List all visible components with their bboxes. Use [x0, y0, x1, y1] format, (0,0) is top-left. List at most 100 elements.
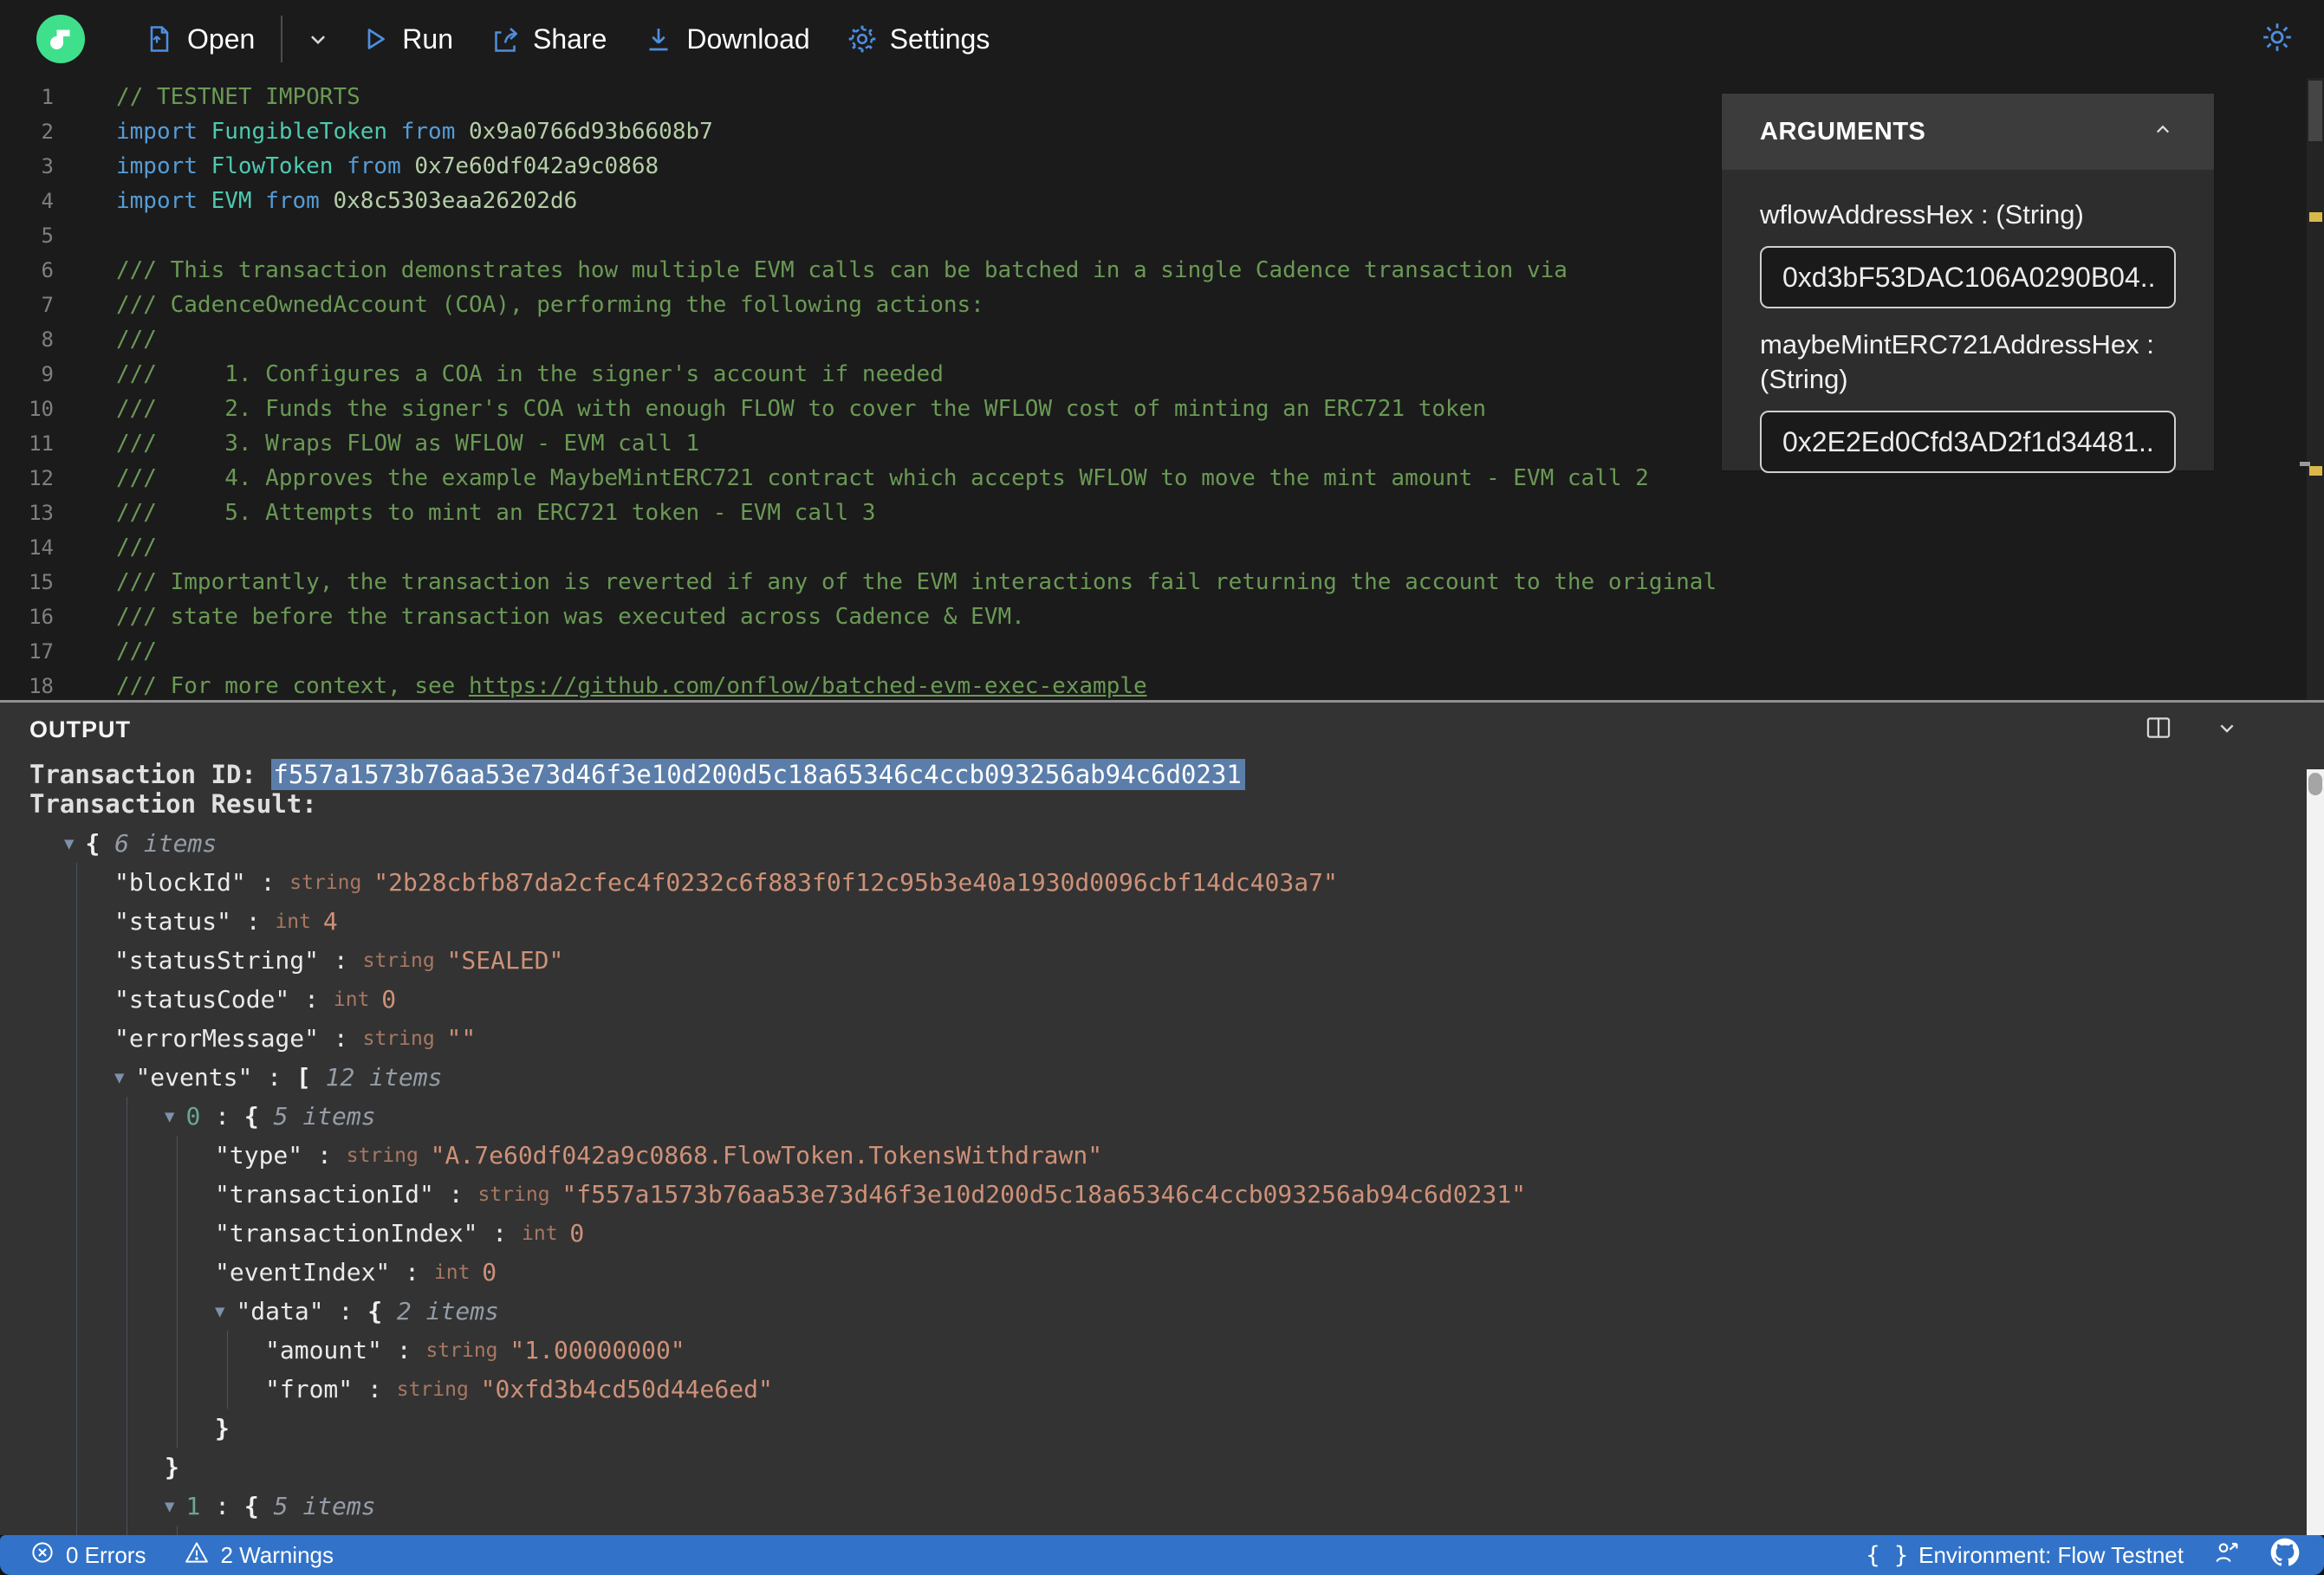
code-segment: from	[347, 153, 415, 179]
json-typ: string	[396, 1377, 481, 1401]
github-icon[interactable]	[2270, 1538, 2300, 1573]
scroll-tick	[2300, 462, 2310, 466]
json-idx: 1	[185, 1492, 201, 1520]
arguments-header[interactable]: ARGUMENTS	[1722, 94, 2214, 170]
errors-status[interactable]: 0 Errors	[29, 1539, 146, 1572]
json-colon: :	[200, 1102, 244, 1131]
open-button[interactable]: Open	[144, 23, 255, 55]
flow-logo[interactable]	[36, 15, 85, 63]
json-tree: ▼ { 6 items "blockId" : string "2b28cbfb87…	[29, 824, 2324, 1535]
code-line: 16 /// state before the transaction was e…	[0, 600, 2324, 634]
code-text: /// 4. Approves the example MaybeMintERC…	[68, 465, 1649, 491]
code-segment: /// 2. Funds the signer's COA with enoug…	[116, 396, 1486, 422]
environment-status[interactable]: { } Environment: Flow Testnet	[1866, 1542, 2184, 1569]
json-num: 4	[322, 907, 338, 936]
indent-guide	[177, 1253, 178, 1292]
indent-guide	[76, 1019, 77, 1058]
json-brace: [	[295, 1063, 326, 1092]
line-number: 3	[41, 154, 54, 178]
json-str: "f557a1573b76aa53e73d46f3e10d200d5c18a65…	[562, 1180, 1526, 1209]
json-typ: string	[362, 1027, 447, 1050]
json-colon: :	[323, 1297, 368, 1325]
output-header: OUTPUT	[0, 703, 2324, 756]
indent-guide	[76, 1487, 77, 1526]
output-content: Transaction ID: f557a1573b76aa53e73d46f3…	[0, 756, 2324, 1535]
play-icon	[359, 23, 390, 55]
errors-label: 0 Errors	[66, 1541, 146, 1568]
transaction-result-label: Transaction Result:	[29, 789, 317, 819]
json-colon: :	[245, 868, 290, 897]
settings-button[interactable]: Settings	[847, 23, 990, 55]
argument-input-maybemint[interactable]	[1760, 411, 2176, 473]
json-row: ▼ 0 : { 5 items	[29, 1097, 2324, 1136]
code-text: ///	[68, 638, 157, 664]
arguments-panel: ARGUMENTS wflowAddressHex : (String) may…	[1722, 94, 2214, 473]
output-scrollbar-thumb[interactable]	[2308, 773, 2322, 795]
chevron-down-icon[interactable]	[2213, 714, 2241, 746]
json-key: "statusString"	[114, 946, 320, 975]
code-text: /// Importantly, the transaction is reve…	[68, 569, 1717, 595]
code-segment: /// Importantly, the transaction is reve…	[116, 569, 1717, 595]
json-row: "blockId" : string "2b28cbfb87da2cfec4f0…	[29, 863, 2324, 902]
collapse-toggle[interactable]: ▼	[165, 1107, 174, 1126]
transaction-id-value[interactable]: f557a1573b76aa53e73d46f3e10d200d5c18a653…	[271, 759, 1245, 790]
json-key: "transactionIndex"	[215, 1219, 478, 1248]
line-number: 11	[29, 431, 54, 456]
json-typ: string	[477, 1183, 562, 1206]
output-scrollbar[interactable]	[2307, 769, 2324, 1535]
json-brace: {	[367, 1297, 397, 1325]
warnings-status[interactable]: 2 Warnings	[184, 1539, 334, 1572]
json-typ: int	[522, 1222, 570, 1245]
json-str: ""	[446, 1024, 477, 1053]
theme-toggle-button[interactable]	[2260, 20, 2295, 59]
json-typ: int	[433, 1261, 483, 1284]
line-number: 9	[41, 362, 54, 386]
json-row: "amount" : string "1.00000000"	[29, 1331, 2324, 1370]
json-items: 5 items	[273, 1102, 376, 1131]
feedback-person-icon[interactable]	[2213, 1539, 2241, 1572]
arguments-title: ARGUMENTS	[1760, 117, 1926, 146]
json-typ: string	[346, 1144, 431, 1167]
indent-guide	[76, 1136, 77, 1175]
code-text: /// 3. Wraps FLOW as WFLOW - EVM call 1	[68, 431, 699, 457]
json-row: ▼ { 6 items	[29, 824, 2324, 863]
run-label: Run	[402, 23, 453, 55]
indent-guide	[76, 902, 77, 941]
indent-guide	[177, 1409, 178, 1448]
json-colon: :	[319, 946, 363, 975]
share-button[interactable]: Share	[490, 23, 607, 55]
json-brace: {	[85, 829, 115, 858]
json-items: 2 items	[396, 1297, 499, 1325]
download-button[interactable]: Download	[643, 23, 810, 55]
code-text: ///	[68, 535, 157, 561]
json-row: "from" : string "0xfd3b4cd50d44e6ed"	[29, 1370, 2324, 1409]
split-view-icon[interactable]	[2144, 713, 2173, 747]
collapse-toggle[interactable]: ▼	[114, 1068, 124, 1087]
code-link[interactable]: https://github.com/onflow/batched-evm-ex…	[469, 673, 1147, 699]
run-button[interactable]: Run	[359, 23, 453, 55]
editor-scrollbar[interactable]	[2307, 78, 2324, 700]
toolbar: Open Run Share Download Settings	[0, 0, 2324, 78]
code-segment: import	[116, 119, 211, 145]
line-number: 18	[29, 674, 54, 698]
json-row: "statusString" : string "SEALED"	[29, 941, 2324, 980]
collapse-toggle[interactable]: ▼	[215, 1302, 224, 1321]
share-icon	[490, 23, 521, 55]
argument-input-wflow[interactable]	[1760, 246, 2176, 308]
code-segment: /// 5. Attempts to mint an ERC721 token …	[116, 500, 876, 526]
indent-guide	[76, 1331, 77, 1370]
json-row: ▼ "events" : [ 12 items	[29, 1058, 2324, 1097]
editor-scrollbar-thumb[interactable]	[2308, 81, 2322, 141]
indent-guide	[76, 1058, 77, 1097]
collapse-toggle[interactable]: ▼	[165, 1497, 174, 1516]
open-menu-button[interactable]	[303, 24, 333, 54]
json-colon: :	[252, 1063, 296, 1092]
json-colon: :	[381, 1336, 426, 1364]
chevron-up-icon[interactable]	[2150, 117, 2176, 147]
code-segment: /// CadenceOwnedAccount (COA), performin…	[116, 292, 984, 318]
code-segment: ///	[116, 535, 157, 561]
json-key: "errorMessage"	[114, 1024, 320, 1053]
json-num: 0	[482, 1258, 497, 1287]
json-row: "type" : string "A.7e60df042a9c0868.Flow…	[29, 1526, 2324, 1535]
collapse-toggle[interactable]: ▼	[64, 834, 74, 853]
